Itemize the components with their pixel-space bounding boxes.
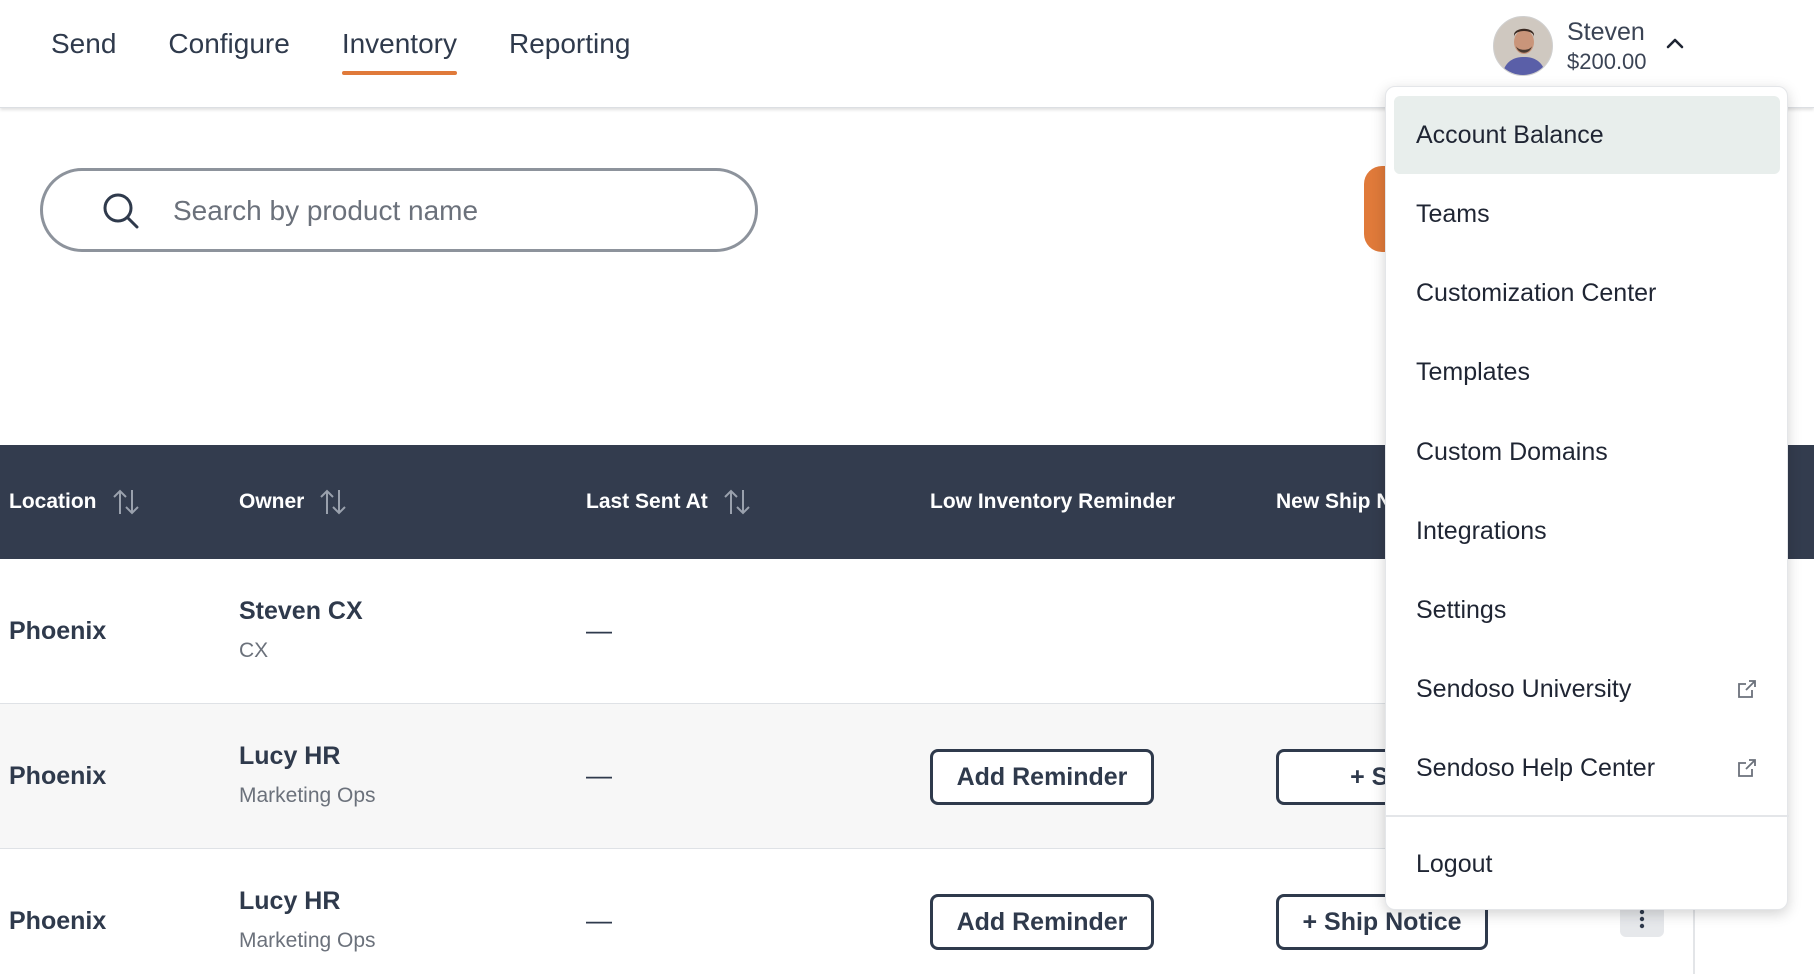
column-location[interactable]: Location [9, 445, 141, 559]
owner-name: Steven CX [239, 597, 363, 625]
owner-cell: Steven CX CX [239, 594, 363, 668]
owner-name: Lucy HR [239, 742, 341, 770]
column-label: New Ship N [1276, 490, 1392, 513]
add-reminder-button[interactable]: Add Reminder [930, 894, 1154, 950]
last-sent-cell: — [586, 905, 612, 935]
account-dropdown-menu: Account Balance Teams Customization Cent… [1385, 86, 1789, 910]
menu-item-sendoso-help-center[interactable]: Sendoso Help Center [1394, 729, 1780, 807]
menu-item-label: Settings [1416, 595, 1507, 624]
menu-item-teams[interactable]: Teams [1394, 175, 1780, 253]
column-label: Owner [239, 490, 305, 513]
owner-cell: Lucy HR Marketing Ops [239, 884, 376, 958]
sort-icon [112, 489, 139, 515]
menu-item-label: Custom Domains [1416, 437, 1608, 466]
more-vertical-icon [1639, 909, 1645, 929]
menu-item-sendoso-university[interactable]: Sendoso University [1394, 650, 1780, 728]
menu-item-label: Teams [1416, 199, 1490, 228]
menu-item-customization-center[interactable]: Customization Center [1394, 254, 1780, 332]
main-nav: Send Configure Inventory Reporting [51, 28, 630, 76]
menu-item-label: Integrations [1416, 516, 1547, 545]
menu-item-label: Logout [1416, 849, 1493, 878]
avatar [1493, 16, 1553, 76]
owner-cell: Lucy HR Marketing Ops [239, 739, 376, 813]
menu-item-logout[interactable]: Logout [1394, 825, 1780, 903]
menu-item-label: Account Balance [1416, 120, 1604, 149]
chevron-up-icon [1666, 38, 1683, 49]
column-label: Last Sent At [586, 490, 708, 513]
menu-item-templates[interactable]: Templates [1394, 333, 1780, 411]
last-sent-cell: — [586, 760, 612, 790]
owner-team: Marketing Ops [239, 929, 376, 952]
nav-configure[interactable]: Configure [168, 28, 289, 76]
column-new-ship: New Ship N [1276, 445, 1392, 559]
nav-inventory[interactable]: Inventory [341, 28, 458, 76]
menu-item-settings[interactable]: Settings [1394, 571, 1780, 649]
sort-icon [320, 489, 347, 515]
owner-team: CX [239, 639, 269, 662]
menu-item-label: Sendoso University [1416, 674, 1632, 703]
menu-item-label: Templates [1416, 357, 1530, 386]
column-low-inventory: Low Inventory Reminder [930, 445, 1175, 559]
user-menu-toggle[interactable]: Steven $200.00 [1493, 16, 1687, 76]
menu-item-account-balance[interactable]: Account Balance [1394, 96, 1780, 174]
search-input[interactable] [173, 189, 713, 233]
column-label: Low Inventory Reminder [930, 490, 1176, 513]
column-last-sent[interactable]: Last Sent At [586, 445, 752, 559]
location-cell: Phoenix [9, 907, 107, 935]
owner-team: Marketing Ops [239, 784, 376, 807]
location-cell: Phoenix [9, 617, 107, 645]
column-owner[interactable]: Owner [239, 445, 348, 559]
menu-item-integrations[interactable]: Integrations [1394, 492, 1780, 570]
last-sent-cell: — [586, 615, 612, 645]
search-icon [103, 193, 139, 229]
external-link-icon [1738, 680, 1756, 698]
user-name: Steven [1567, 18, 1645, 46]
menu-divider [1386, 815, 1789, 817]
external-link-icon [1738, 759, 1756, 777]
location-cell: Phoenix [9, 762, 107, 790]
nav-send[interactable]: Send [51, 28, 116, 76]
search-box [40, 168, 758, 252]
sort-icon [724, 489, 750, 515]
column-label: Location [9, 490, 97, 513]
user-balance: $200.00 [1567, 49, 1647, 74]
owner-name: Lucy HR [239, 887, 341, 915]
menu-item-label: Sendoso Help Center [1416, 753, 1656, 782]
menu-item-custom-domains[interactable]: Custom Domains [1394, 413, 1780, 491]
menu-item-label: Customization Center [1416, 278, 1657, 307]
add-reminder-button[interactable]: Add Reminder [930, 749, 1154, 805]
nav-reporting[interactable]: Reporting [509, 28, 630, 76]
